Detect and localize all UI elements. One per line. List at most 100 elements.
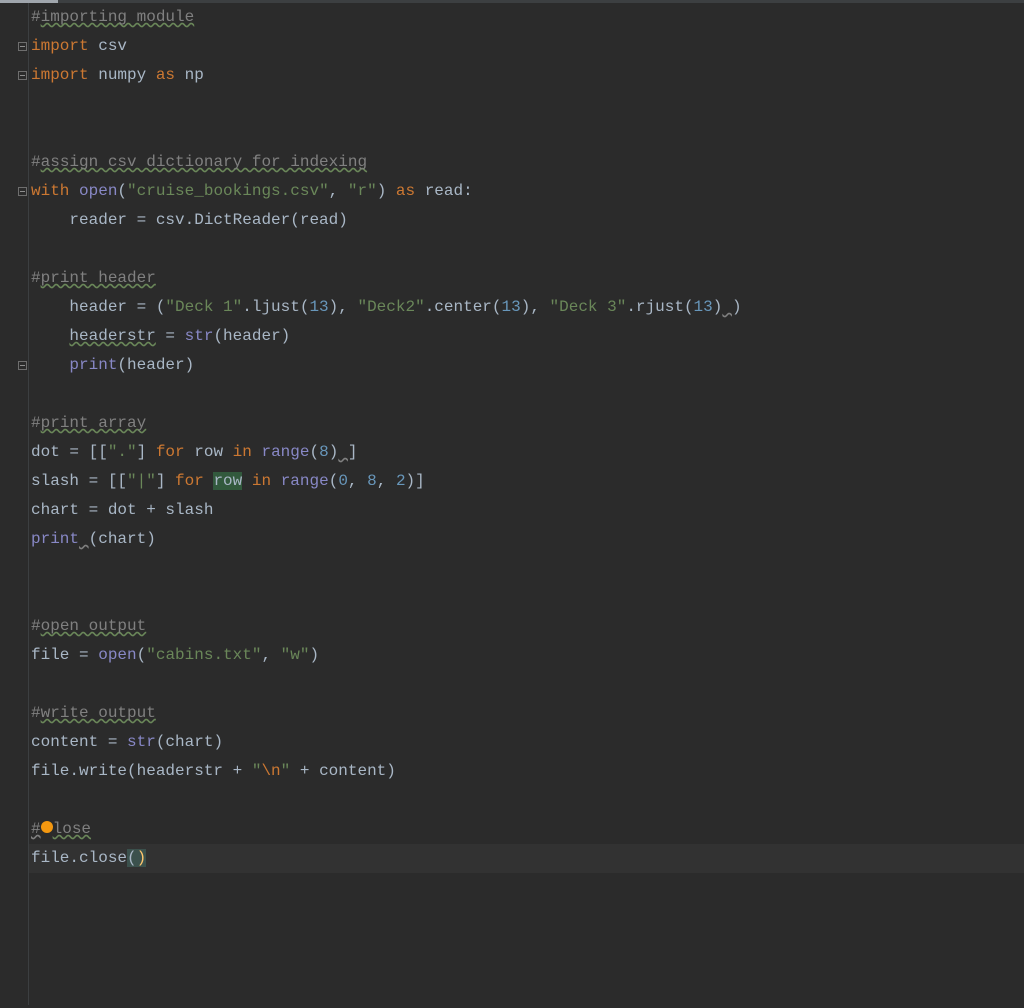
code-token: print header <box>41 269 156 287</box>
code-line[interactable]: print (chart) <box>31 525 1024 554</box>
code-token: ) <box>137 849 147 867</box>
code-token: ( <box>309 443 319 461</box>
code-token: ] <box>348 443 358 461</box>
code-token: in <box>233 443 252 461</box>
code-token: , <box>261 646 280 664</box>
code-token: ) <box>732 298 742 316</box>
editor-area[interactable]: #importing moduleimport csvimport numpy … <box>0 3 1024 1005</box>
code-token: ) <box>713 298 723 316</box>
code-token: ) <box>309 646 319 664</box>
code-line[interactable]: reader = csv.DictReader(read) <box>31 206 1024 235</box>
fold-toggle-icon[interactable] <box>18 71 27 80</box>
code-token: range <box>281 472 329 490</box>
fold-toggle-icon[interactable] <box>18 42 27 51</box>
code-token: "cruise_bookings.csv" <box>127 182 329 200</box>
gutter[interactable] <box>0 3 29 1005</box>
code-line[interactable]: import numpy as np <box>31 61 1024 90</box>
code-line[interactable]: #print header <box>31 264 1024 293</box>
code-token: import <box>31 66 89 84</box>
code-token: as <box>156 66 175 84</box>
code-token: "w" <box>281 646 310 664</box>
code-token: ) <box>329 443 339 461</box>
code-token: (chart) <box>89 530 156 548</box>
code-line[interactable]: #write output <box>31 699 1024 728</box>
code-token: , <box>530 298 549 316</box>
code-token: , <box>338 298 357 316</box>
code-token <box>242 472 252 490</box>
code-token: read: <box>415 182 473 200</box>
code-line[interactable]: file.close() <box>31 844 1024 873</box>
code-token: "Deck2" <box>357 298 424 316</box>
code-token <box>69 182 79 200</box>
code-line[interactable] <box>31 235 1024 264</box>
code-token: str <box>127 733 156 751</box>
code-line[interactable]: file = open("cabins.txt", "w") <box>31 641 1024 670</box>
code-token: open <box>79 182 117 200</box>
code-token: ( <box>137 646 147 664</box>
code-token: # <box>31 414 41 432</box>
code-line[interactable]: #lose <box>31 815 1024 844</box>
code-token: .center( <box>425 298 502 316</box>
code-line[interactable]: file.write(headerstr + "\n" + content) <box>31 757 1024 786</box>
code-line[interactable]: slash = [["|"] for row in range(0, 8, 2)… <box>31 467 1024 496</box>
code-token: ] <box>137 443 156 461</box>
code-line[interactable]: header = ("Deck 1".ljust(13), "Deck2".ce… <box>31 293 1024 322</box>
code-token: in <box>252 472 271 490</box>
code-token: , <box>348 472 367 490</box>
code-line[interactable]: dot = [["."] for row in range(8) ] <box>31 438 1024 467</box>
code-token: (header) <box>213 327 290 345</box>
code-token: row <box>185 443 233 461</box>
code-line[interactable]: with open("cruise_bookings.csv", "r") as… <box>31 177 1024 206</box>
code-line[interactable]: #importing module <box>31 3 1024 32</box>
code-token: "Deck 1" <box>165 298 242 316</box>
code-token: .rjust( <box>626 298 693 316</box>
code-token: " <box>252 762 262 780</box>
code-token: "r" <box>348 182 377 200</box>
code-line[interactable]: print(header) <box>31 351 1024 380</box>
code-token: str <box>185 327 214 345</box>
code-token: print <box>31 530 79 548</box>
code-line[interactable] <box>31 583 1024 612</box>
code-line[interactable]: headerstr = str(header) <box>31 322 1024 351</box>
code-token: " <box>281 762 291 780</box>
fold-toggle-icon[interactable] <box>18 361 27 370</box>
code-token: chart = dot + slash <box>31 501 213 519</box>
code-token: "|" <box>127 472 156 490</box>
code-token: row <box>213 472 242 490</box>
code-line[interactable] <box>31 670 1024 699</box>
code-token: 2 <box>396 472 406 490</box>
code-line[interactable] <box>31 90 1024 119</box>
code-line[interactable]: #print array <box>31 409 1024 438</box>
code-editor-content[interactable]: #importing moduleimport csvimport numpy … <box>29 3 1024 1005</box>
code-token: = <box>156 327 185 345</box>
code-token: for <box>156 443 185 461</box>
fold-toggle-icon[interactable] <box>18 187 27 196</box>
code-line[interactable] <box>31 554 1024 583</box>
code-line[interactable] <box>31 786 1024 815</box>
code-token: 13 <box>309 298 328 316</box>
code-token: open <box>98 646 136 664</box>
code-line[interactable]: import csv <box>31 32 1024 61</box>
code-token: .ljust( <box>242 298 309 316</box>
code-token: (header) <box>117 356 194 374</box>
code-token <box>271 472 281 490</box>
code-token: , <box>377 472 396 490</box>
code-token: as <box>396 182 415 200</box>
code-line[interactable]: chart = dot + slash <box>31 496 1024 525</box>
code-line[interactable] <box>31 119 1024 148</box>
code-token: for <box>175 472 204 490</box>
code-token: ] <box>156 472 175 490</box>
code-line[interactable]: #open output <box>31 612 1024 641</box>
code-token: np <box>175 66 204 84</box>
code-line[interactable]: content = str(chart) <box>31 728 1024 757</box>
vertical-scrollbar[interactable] <box>1012 6 1024 1008</box>
code-token: (chart) <box>156 733 223 751</box>
code-token: "." <box>108 443 137 461</box>
code-line[interactable]: #assign csv dictionary for indexing <box>31 148 1024 177</box>
code-line[interactable] <box>31 380 1024 409</box>
code-token: slash = [[ <box>31 472 127 490</box>
code-token: # <box>31 269 41 287</box>
code-token: numpy <box>89 66 156 84</box>
code-token: "cabins.txt" <box>146 646 261 664</box>
code-token <box>722 298 732 316</box>
